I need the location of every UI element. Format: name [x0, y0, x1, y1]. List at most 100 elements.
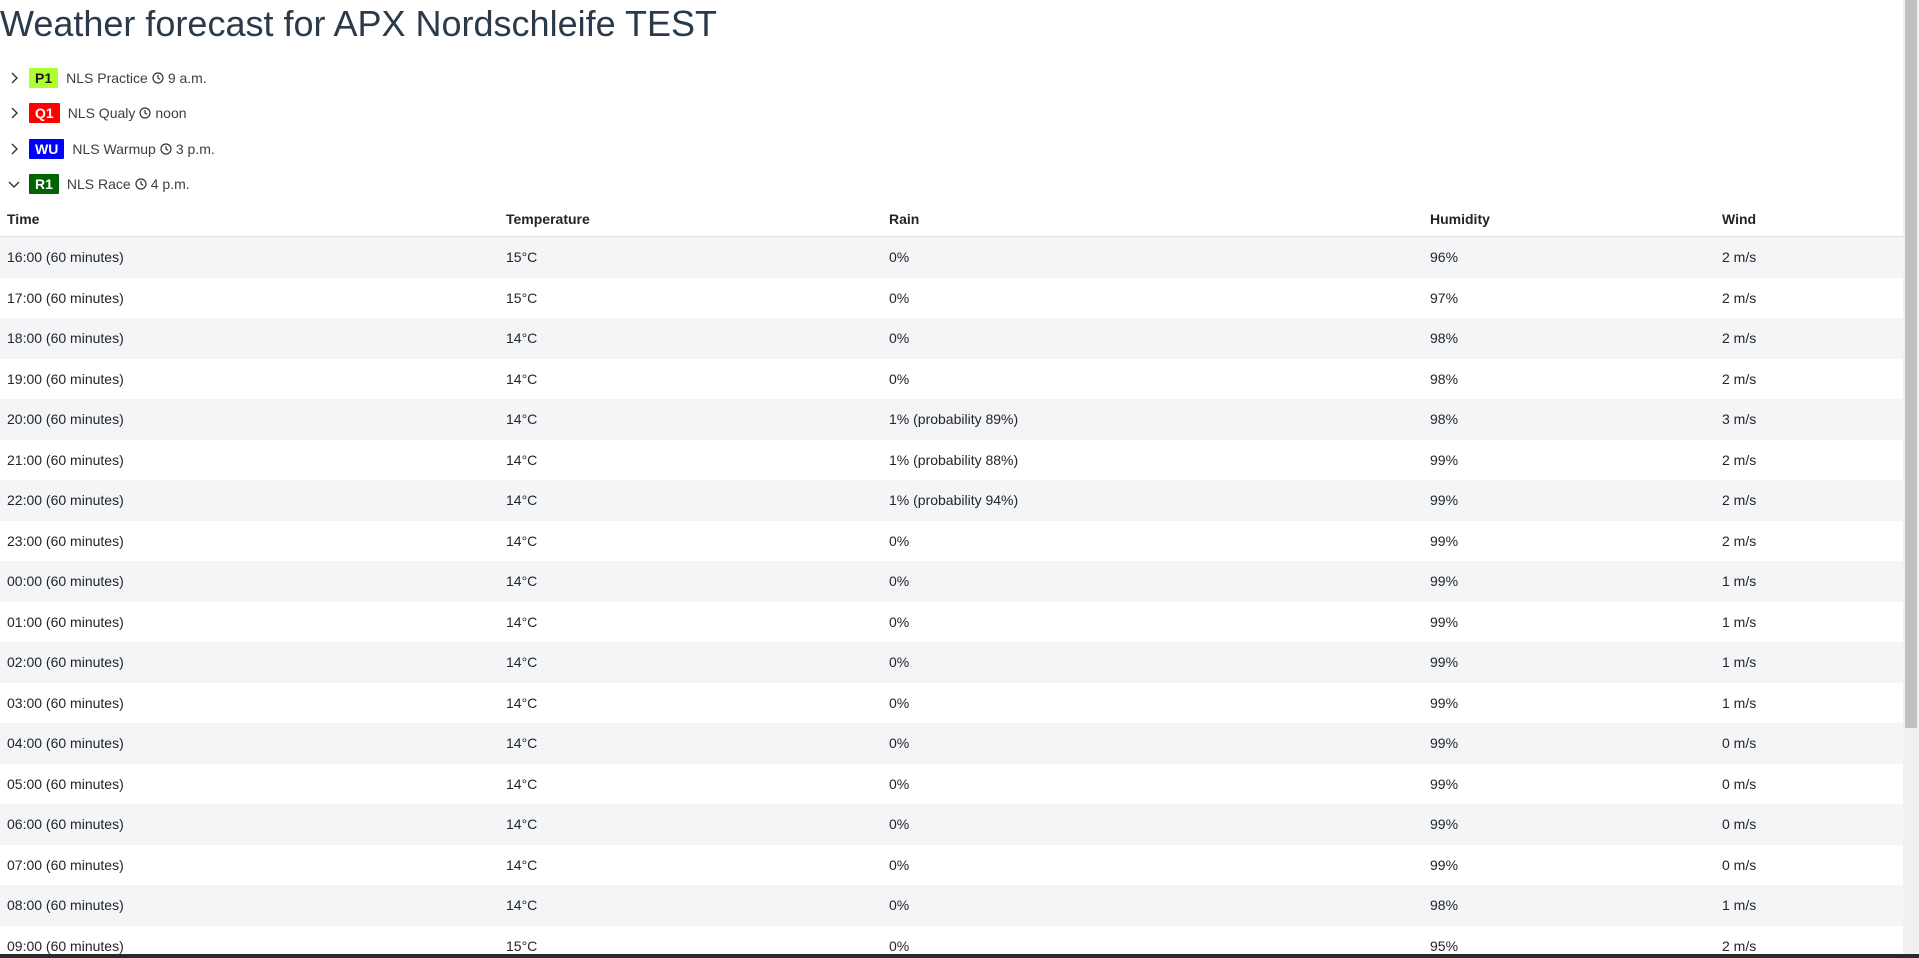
- cell-rain: 0%: [889, 856, 910, 873]
- table-row: 02:00 (60 minutes) 14°C 0% 99% 1 m/s: [0, 642, 1903, 683]
- session-item[interactable]: P1 NLS Practice 9 a.m.: [0, 60, 1903, 96]
- cell-temperature: 14°C: [506, 370, 538, 387]
- cell-time: 02:00 (60 minutes): [7, 654, 124, 671]
- cell-temperature: 14°C: [506, 330, 538, 347]
- vertical-scrollbar[interactable]: [1903, 0, 1919, 958]
- cell-wind: 0 m/s: [1722, 735, 1757, 752]
- session-name: NLS Qualy: [67, 105, 136, 122]
- cell-humidity: 99%: [1430, 613, 1459, 630]
- session-item[interactable]: WU NLS Warmup 3 p.m.: [0, 131, 1903, 167]
- chevron-right-icon[interactable]: [7, 106, 21, 120]
- cell-humidity: 96%: [1430, 249, 1459, 266]
- chevron-right-icon[interactable]: [7, 142, 21, 156]
- table-row: 06:00 (60 minutes) 14°C 0% 99% 0 m/s: [0, 804, 1903, 845]
- cell-wind: 2 m/s: [1722, 370, 1757, 387]
- table-row: 07:00 (60 minutes) 14°C 0% 99% 0 m/s: [0, 844, 1903, 885]
- cell-time: 18:00 (60 minutes): [7, 330, 124, 347]
- cell-humidity: 98%: [1430, 330, 1459, 347]
- clock-icon: [160, 143, 172, 155]
- cell-time: 01:00 (60 minutes): [7, 613, 124, 630]
- cell-wind: 3 m/s: [1722, 411, 1757, 428]
- cell-temperature: 14°C: [506, 694, 538, 711]
- cell-rain: 0%: [889, 249, 910, 266]
- cell-time: 03:00 (60 minutes): [7, 694, 124, 711]
- cell-time: 08:00 (60 minutes): [7, 897, 124, 914]
- cell-humidity: 99%: [1430, 856, 1459, 873]
- cell-temperature: 14°C: [506, 411, 538, 428]
- session-time: 3 p.m.: [175, 140, 215, 157]
- cell-rain: 1% (probability 89%): [889, 411, 1019, 428]
- table-row: 16:00 (60 minutes) 15°C 0% 96% 2 m/s: [0, 236, 1903, 278]
- cell-rain: 0%: [889, 532, 910, 549]
- cell-humidity: 99%: [1430, 532, 1459, 549]
- column-header-humidity: Humidity: [1423, 201, 1715, 237]
- session-time: 9 a.m.: [167, 69, 207, 86]
- cell-rain: 0%: [889, 289, 910, 306]
- cell-wind: 0 m/s: [1722, 775, 1757, 792]
- bottom-edge-bar: [0, 954, 1919, 958]
- cell-temperature: 14°C: [506, 897, 538, 914]
- cell-rain: 1% (probability 88%): [889, 451, 1019, 468]
- chevron-down-icon[interactable]: [7, 177, 21, 191]
- cell-humidity: 99%: [1430, 492, 1459, 509]
- table-row: 00:00 (60 minutes) 14°C 0% 99% 1 m/s: [0, 561, 1903, 602]
- cell-time: 20:00 (60 minutes): [7, 411, 124, 428]
- table-row: 03:00 (60 minutes) 14°C 0% 99% 1 m/s: [0, 682, 1903, 723]
- cell-time: 22:00 (60 minutes): [7, 492, 124, 509]
- cell-temperature: 14°C: [506, 573, 538, 590]
- cell-wind: 2 m/s: [1722, 451, 1757, 468]
- cell-time: 17:00 (60 minutes): [7, 289, 124, 306]
- chevron-right-icon[interactable]: [7, 71, 21, 85]
- table-row: 18:00 (60 minutes) 14°C 0% 98% 2 m/s: [0, 318, 1903, 359]
- cell-time: 19:00 (60 minutes): [7, 370, 124, 387]
- cell-humidity: 99%: [1430, 694, 1459, 711]
- clock-icon: [152, 72, 164, 84]
- cell-humidity: 99%: [1430, 654, 1459, 671]
- cell-temperature: 14°C: [506, 816, 538, 833]
- cell-rain: 0%: [889, 370, 910, 387]
- scrollbar-thumb[interactable]: [1905, 0, 1917, 728]
- session-item[interactable]: Q1 NLS Qualy noon: [0, 96, 1903, 132]
- session-badge: WU: [29, 138, 65, 159]
- cell-wind: 0 m/s: [1722, 816, 1757, 833]
- cell-wind: 1 m/s: [1722, 694, 1757, 711]
- cell-wind: 2 m/s: [1722, 330, 1757, 347]
- cell-temperature: 14°C: [506, 856, 538, 873]
- cell-humidity: 98%: [1430, 897, 1459, 914]
- cell-humidity: 99%: [1430, 816, 1459, 833]
- session-name: NLS Practice: [66, 69, 148, 86]
- cell-temperature: 14°C: [506, 492, 538, 509]
- cell-temperature: 14°C: [506, 451, 538, 468]
- cell-rain: 1% (probability 94%): [889, 492, 1019, 509]
- cell-temperature: 14°C: [506, 613, 538, 630]
- cell-wind: 2 m/s: [1722, 249, 1757, 266]
- session-badge: R1: [29, 174, 59, 195]
- column-header-time: Time: [0, 201, 499, 237]
- session-badge: Q1: [29, 103, 60, 124]
- cell-rain: 0%: [889, 613, 910, 630]
- session-time: noon: [155, 105, 187, 122]
- cell-temperature: 14°C: [506, 775, 538, 792]
- table-header-row: Time Temperature Rain Humidity Wind: [0, 201, 1903, 237]
- cell-wind: 1 m/s: [1722, 613, 1757, 630]
- clock-icon: [139, 107, 151, 119]
- session-item[interactable]: R1 NLS Race 4 p.m.: [0, 167, 1903, 203]
- table-row: 17:00 (60 minutes) 15°C 0% 97% 2 m/s: [0, 277, 1903, 318]
- table-row: 08:00 (60 minutes) 14°C 0% 98% 1 m/s: [0, 885, 1903, 926]
- table-row: 20:00 (60 minutes) 14°C 1% (probability 89…: [0, 399, 1903, 440]
- table-row: 23:00 (60 minutes) 14°C 0% 99% 2 m/s: [0, 520, 1903, 561]
- cell-humidity: 97%: [1430, 289, 1459, 306]
- cell-wind: 0 m/s: [1722, 856, 1757, 873]
- cell-rain: 0%: [889, 735, 910, 752]
- session-badge: P1: [29, 67, 59, 88]
- cell-rain: 0%: [889, 897, 910, 914]
- cell-time: 16:00 (60 minutes): [7, 249, 124, 266]
- table-row: 19:00 (60 minutes) 14°C 0% 98% 2 m/s: [0, 358, 1903, 399]
- forecast-table-container: Time Temperature Rain Humidity Wind 16:0…: [0, 201, 1903, 958]
- cell-time: 07:00 (60 minutes): [7, 856, 124, 873]
- cell-time: 00:00 (60 minutes): [7, 573, 124, 590]
- table-row: 21:00 (60 minutes) 14°C 1% (probability 88…: [0, 439, 1903, 480]
- cell-rain: 0%: [889, 816, 910, 833]
- cell-time: 23:00 (60 minutes): [7, 532, 124, 549]
- cell-wind: 1 m/s: [1722, 573, 1757, 590]
